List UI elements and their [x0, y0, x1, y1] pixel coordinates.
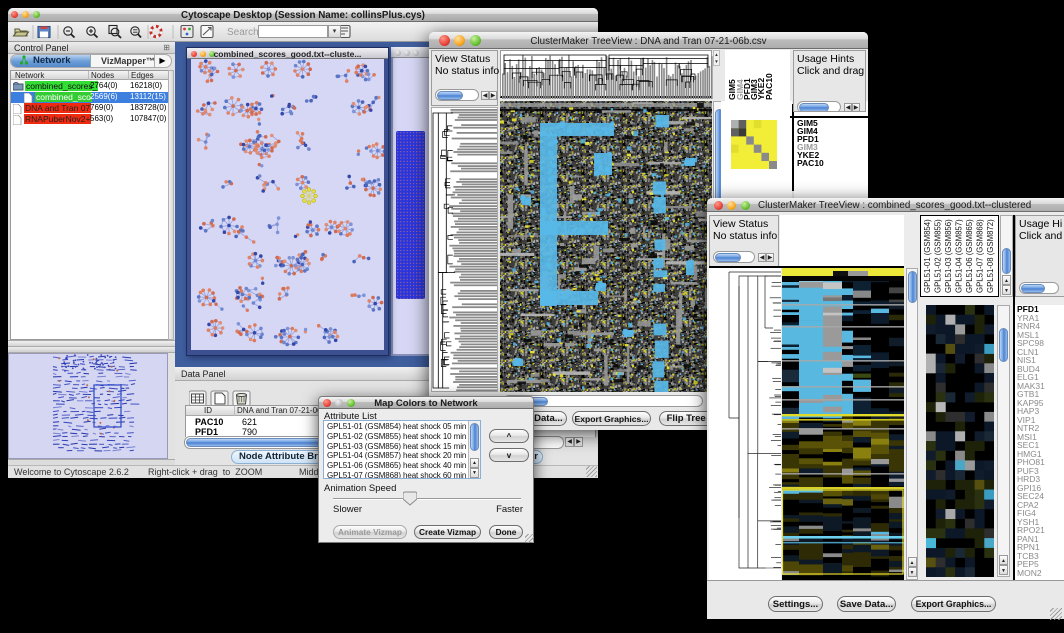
svg-text:PAC10: PAC10	[764, 73, 774, 100]
svg-text:Search:: Search:	[227, 27, 261, 38]
svg-text:GPL51-08 (GSM872): GPL51-08 (GSM872)	[986, 219, 995, 293]
svg-text:GPL51-06 (GSM865): GPL51-06 (GSM865)	[965, 219, 974, 293]
svg-text:GPL51-07 (GSM868): GPL51-07 (GSM868)	[976, 219, 985, 293]
svg-text:GPL51-01 (GSM854): GPL51-01 (GSM854)	[923, 219, 932, 293]
svg-text:GPL51-04 (GSM857): GPL51-04 (GSM857)	[955, 219, 964, 293]
svg-text:GPL51-02 (GSM855): GPL51-02 (GSM855)	[934, 219, 943, 293]
svg-text:GPL51-03 (GSM856): GPL51-03 (GSM856)	[944, 219, 953, 293]
